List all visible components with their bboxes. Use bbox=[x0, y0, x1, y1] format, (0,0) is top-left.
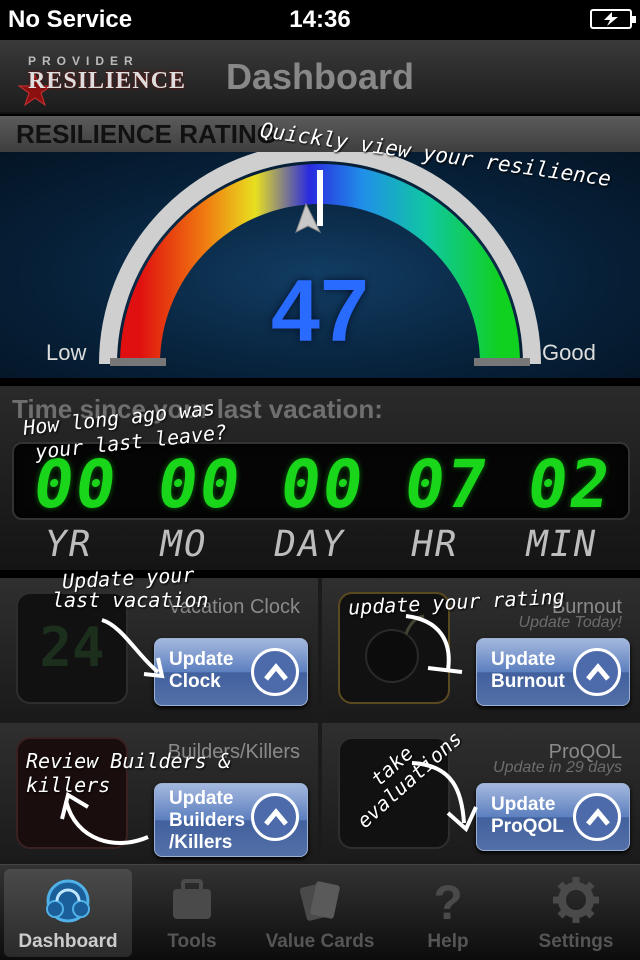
battery-icon bbox=[590, 9, 636, 29]
lcd-days: 00 bbox=[275, 446, 371, 523]
button-line: ProQOL bbox=[491, 816, 564, 837]
status-time: 14:36 bbox=[289, 6, 351, 33]
tab-label: Tools bbox=[167, 931, 217, 952]
button-line: Update bbox=[491, 794, 556, 815]
hint-arrow-icon bbox=[101, 618, 165, 679]
button-line: Builders bbox=[169, 810, 246, 831]
resilience-score: 47 bbox=[271, 261, 369, 360]
unit-hours: HR bbox=[407, 524, 463, 565]
gauge-pointer bbox=[295, 202, 322, 234]
tab-value-cards[interactable]: Value Cards bbox=[256, 869, 384, 957]
tab-label: Value Cards bbox=[265, 931, 375, 952]
unit-months: MO bbox=[155, 524, 211, 565]
tab-label: Help bbox=[427, 931, 469, 952]
tile-proqol: ProQOL Update in 29 days Update ProQOL t… bbox=[322, 723, 640, 864]
button-line: Burnout bbox=[491, 671, 565, 692]
chevron-up-icon bbox=[251, 793, 299, 841]
resilience-gauge[interactable]: Low Good 47 Quickly view your resilience bbox=[0, 118, 640, 378]
tile-subtitle: Update Today! bbox=[518, 614, 622, 631]
button-line: /Killers bbox=[169, 832, 233, 853]
chevron-up-icon bbox=[573, 793, 621, 841]
unit-days: DAY bbox=[270, 524, 349, 565]
hint-arrow-icon bbox=[60, 791, 149, 845]
hint-clock-2: last vacation bbox=[52, 588, 209, 612]
hint-arrow-icon bbox=[411, 761, 478, 833]
tab-settings[interactable]: Settings bbox=[512, 869, 640, 957]
gear-icon bbox=[553, 877, 599, 923]
gauge-marker bbox=[317, 170, 323, 226]
tab-dashboard[interactable]: Dashboard bbox=[4, 869, 132, 957]
toolbox-icon bbox=[173, 879, 211, 919]
unit-minutes: MIN bbox=[521, 524, 601, 565]
lcd-months: 00 bbox=[152, 446, 247, 523]
nav-bar: PROVIDER RESILIENCE Dashboard bbox=[0, 40, 640, 114]
tab-help[interactable]: ? Help bbox=[384, 869, 512, 957]
chevron-up-icon bbox=[251, 648, 299, 696]
unit-years: YR bbox=[41, 524, 97, 565]
tab-bar: Dashboard Tools Value Cards ? Help Setti… bbox=[0, 864, 640, 960]
tile-builders-killers: Builders/Killers Update Builders /Killer… bbox=[0, 723, 318, 864]
svg-text:?: ? bbox=[433, 877, 462, 925]
tile-vacation-clock: 24 Vacation Clock Update Clock Update yo… bbox=[0, 563, 318, 719]
vacation-timer[interactable]: Time since your last vacation: 00 00 00 … bbox=[0, 386, 640, 570]
lcd-minutes: 02 bbox=[523, 446, 618, 523]
update-tiles: 24 Vacation Clock Update Clock Update yo… bbox=[0, 563, 640, 864]
tile-burnout: Burnout Update Today! Update Burnout upd… bbox=[322, 578, 640, 719]
page-title: Dashboard bbox=[225, 56, 415, 97]
tile-subtitle: Update in 29 days bbox=[493, 759, 622, 776]
cards-icon bbox=[299, 881, 340, 921]
status-bar: No Service 14:36 bbox=[0, 0, 640, 40]
tab-label: Settings bbox=[538, 931, 614, 952]
update-proqol-button[interactable]: Update ProQOL bbox=[476, 783, 630, 851]
chevron-up-icon bbox=[573, 648, 621, 696]
dashboard-icon bbox=[46, 879, 90, 923]
tab-tools[interactable]: Tools bbox=[128, 869, 256, 957]
update-burnout-button[interactable]: Update Burnout bbox=[476, 638, 630, 706]
button-line: Update bbox=[491, 649, 556, 670]
tab-label: Dashboard bbox=[18, 931, 118, 952]
question-icon: ? bbox=[433, 877, 462, 925]
hint-arrow-icon bbox=[405, 614, 463, 674]
lcd-hours: 07 bbox=[399, 446, 494, 523]
rating-header-label: RESILIENCE RATING bbox=[16, 119, 277, 149]
